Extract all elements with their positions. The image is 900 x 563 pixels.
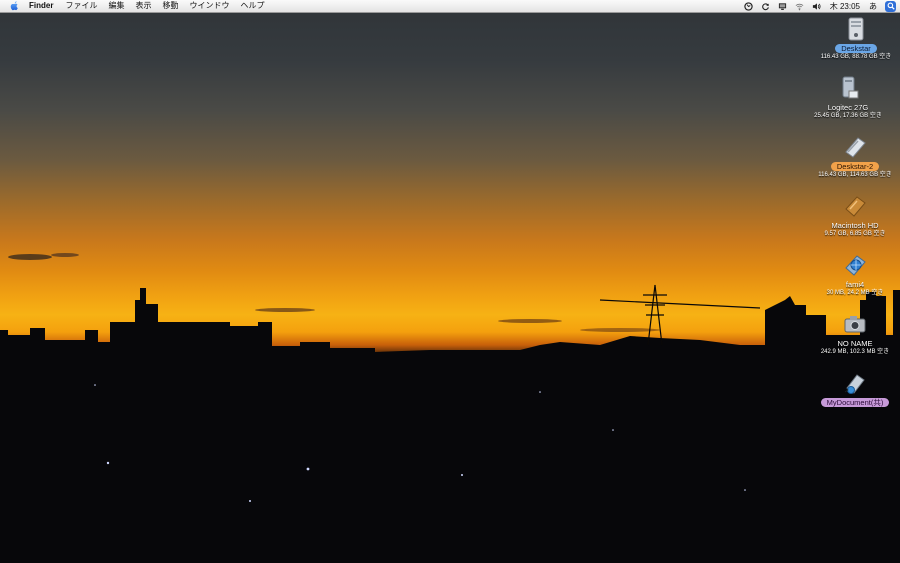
icon-disk-info: 9.57 GB, 6.85 GB 空き	[824, 231, 886, 237]
icon-name: fami4	[845, 280, 865, 289]
city-skyline-silhouette	[0, 253, 900, 563]
menu-clock[interactable]: 木 23:05	[830, 1, 860, 12]
menu-view[interactable]: 表示	[135, 0, 151, 12]
volume-icon[interactable]	[812, 2, 821, 11]
desktop-icon-logitec[interactable]: Logitec 27G 25.45 GB, 17.36 GB 空き	[803, 75, 893, 120]
icon-name: Macintosh HD	[831, 221, 879, 230]
icon-disk-info: 30 MB, 24.2 MB 空き	[826, 290, 884, 296]
icon-disk-info: 242.9 MB, 102.3 MB 空き	[820, 349, 890, 355]
camera-icon	[844, 316, 866, 333]
desktop-icon-macintosh-hd[interactable]: Macintosh HD 9.57 GB, 6.85 GB 空き	[810, 193, 900, 238]
icon-name: Deskstar	[835, 44, 877, 53]
refresh-icon[interactable]	[761, 2, 770, 11]
alias-volume-icon	[844, 374, 865, 394]
external-drive-icon	[842, 76, 859, 99]
desktop-icon-no-name[interactable]: NO NAME 242.9 MB, 102.3 MB 空き	[810, 311, 900, 356]
hard-drive-icon	[845, 196, 866, 217]
hard-drive-icon	[848, 17, 864, 41]
desktop-icon-fami4[interactable]: fami4 30 MB, 24.2 MB 空き	[810, 252, 900, 297]
hard-drive-icon	[845, 137, 866, 158]
menu-go[interactable]: 移動	[162, 0, 178, 12]
menu-help[interactable]: ヘルプ	[240, 0, 264, 12]
icon-name: NO NAME	[837, 339, 873, 348]
icon-disk-info: 116.43 GB, 88.78 GB 空き	[820, 54, 892, 60]
network-volume-icon	[845, 255, 866, 276]
menu-window[interactable]: ウインドウ	[189, 0, 229, 12]
display-icon[interactable]	[778, 2, 787, 11]
menu-bar: Finder ファイル 編集 表示 移動 ウインドウ ヘルプ 木 23:05 あ	[0, 0, 900, 13]
icon-name: MyDocument(共)	[820, 398, 890, 407]
menu-extras: 木 23:05 あ	[736, 0, 896, 12]
icon-disk-info: 116.43 GB, 114.63 GB 空き	[818, 172, 892, 178]
menu-finder[interactable]: Finder	[29, 0, 53, 12]
menu-file[interactable]: ファイル	[65, 0, 97, 12]
apple-menu-icon[interactable]	[9, 1, 19, 11]
desktop-icon-deskstar[interactable]: Deskstar 116.43 GB, 88.78 GB 空き	[811, 16, 900, 61]
search-icon	[887, 2, 895, 10]
desktop-icon-deskstar-2[interactable]: Deskstar-2 116.43 GB, 114.63 GB 空き	[810, 134, 900, 179]
input-menu[interactable]: あ	[869, 1, 877, 12]
wifi-icon[interactable]	[795, 2, 804, 11]
desktop-icon-mydocument[interactable]: MyDocument(共)	[810, 370, 900, 407]
icon-name: Deskstar-2	[830, 162, 880, 171]
spotlight-button[interactable]	[885, 0, 896, 12]
icon-name: Logitec 27G	[827, 103, 869, 112]
sync-icon[interactable]	[744, 1, 753, 11]
menu-edit[interactable]: 編集	[108, 0, 124, 12]
icon-disk-info: 25.45 GB, 17.36 GB 空き	[814, 113, 882, 119]
